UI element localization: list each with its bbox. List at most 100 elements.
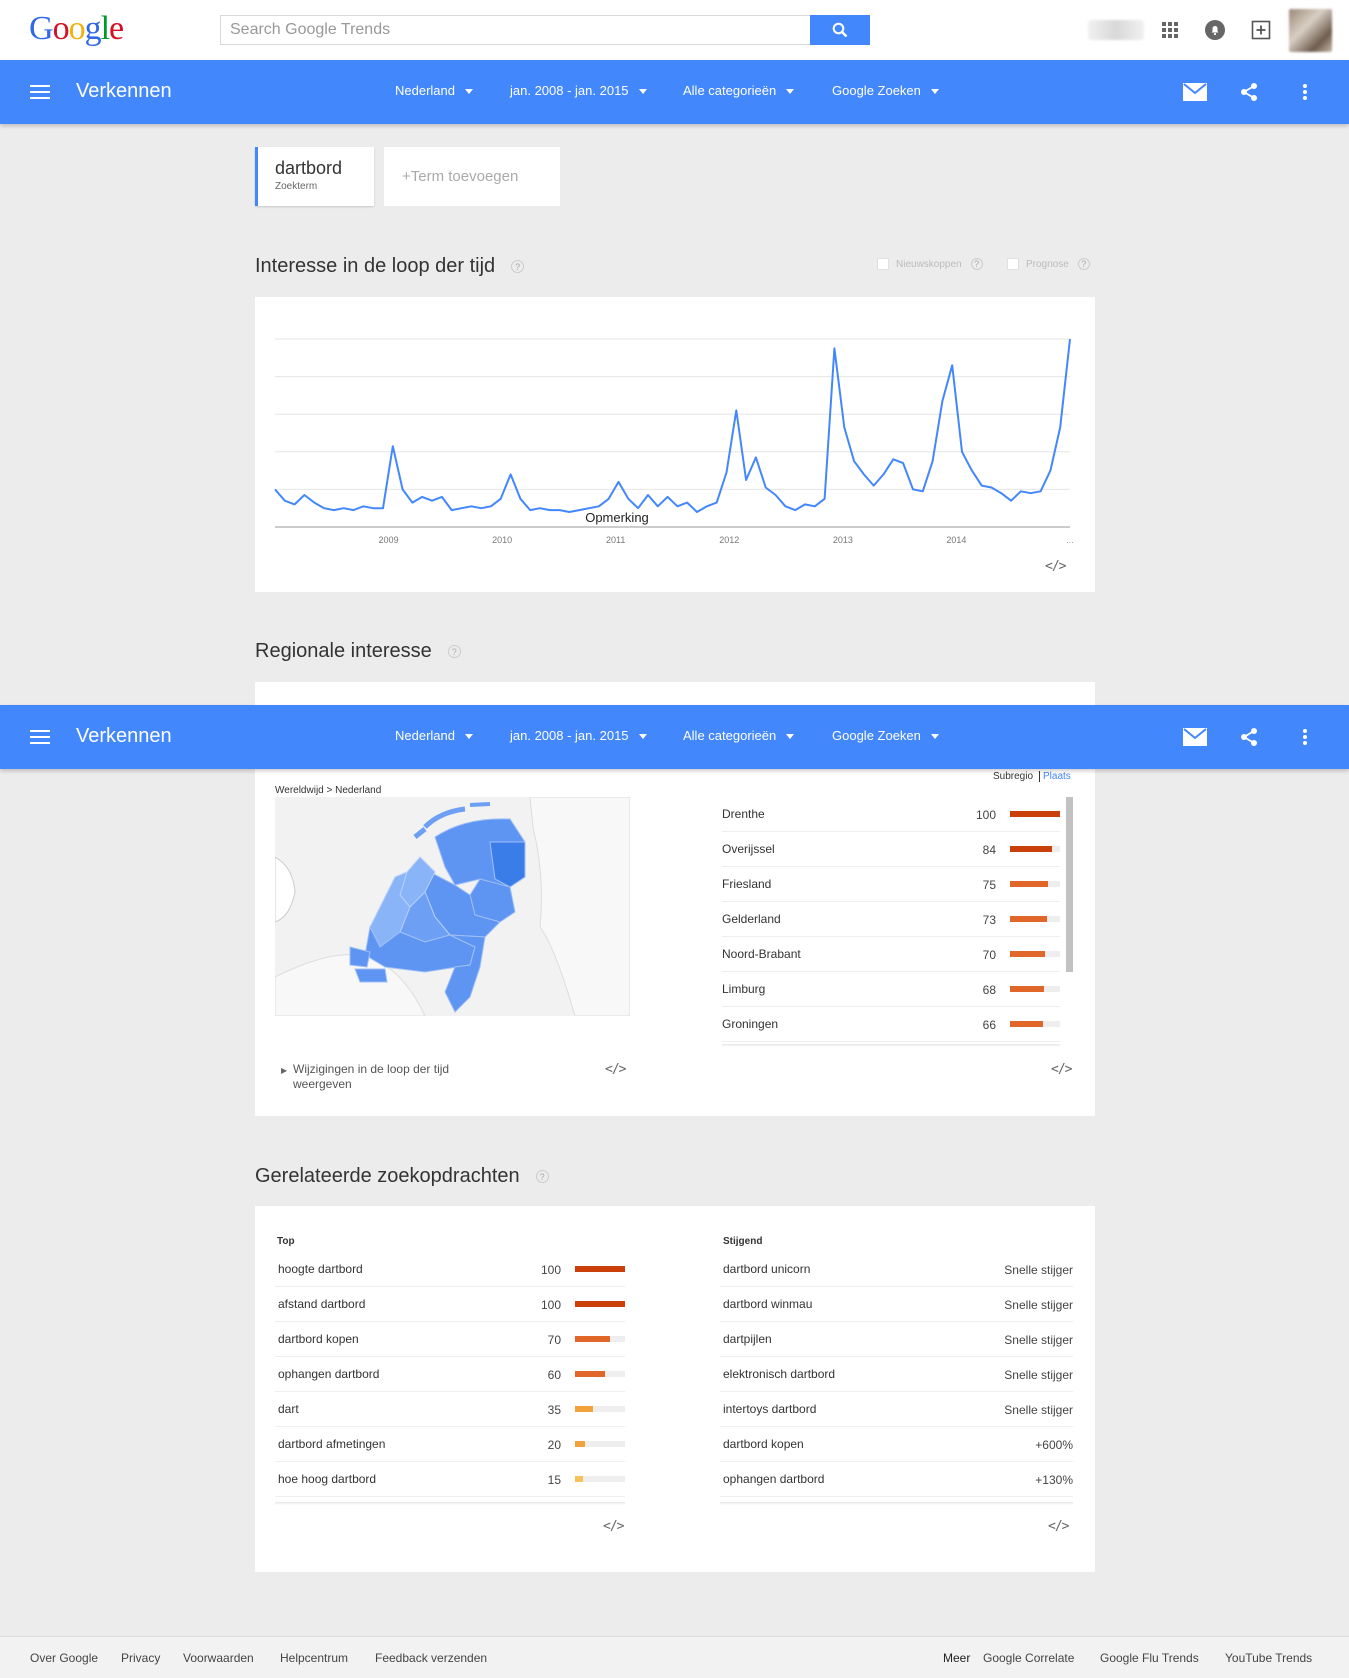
toolbar-title: Verkennen xyxy=(76,80,172,102)
related-rising-row[interactable]: dartbord kopen +600% xyxy=(720,1427,1073,1462)
filter-date-range[interactable]: jan. 2008 - jan. 2015 xyxy=(510,83,647,98)
filter-country[interactable]: Nederland xyxy=(395,83,473,98)
search-input[interactable] xyxy=(221,16,811,44)
region-value: 75 xyxy=(982,878,996,892)
data-point xyxy=(627,498,629,500)
related-query: dartbord kopen xyxy=(278,1332,359,1346)
data-point xyxy=(686,501,688,503)
region-bar-track xyxy=(1010,951,1060,957)
data-point xyxy=(529,509,531,511)
help-icon[interactable]: ? xyxy=(970,258,983,270)
hamburger-menu-icon[interactable] xyxy=(30,727,50,747)
footer-link-help[interactable]: Helpcentrum xyxy=(280,1651,348,1665)
subscribe-mail-icon[interactable] xyxy=(1182,80,1208,104)
filter-country[interactable]: Nederland xyxy=(395,728,473,743)
related-top-row[interactable]: dartbord afmetingen 20 xyxy=(275,1427,625,1462)
data-point xyxy=(617,481,619,483)
footer-link-correlate[interactable]: Google Correlate xyxy=(983,1651,1074,1665)
interest-line-chart: 2009 2010 2011 2012 2013 2014 ... Opmerking xyxy=(274,338,1074,545)
help-icon[interactable]: ? xyxy=(511,260,525,274)
embed-code-icon[interactable]: </> xyxy=(605,1062,627,1077)
notifications-bell-icon[interactable] xyxy=(1203,18,1227,42)
data-point xyxy=(735,409,737,411)
related-rising-row[interactable]: dartpijlen Snelle stijger xyxy=(720,1322,1073,1357)
search-button[interactable] xyxy=(810,15,870,45)
related-query: dartpijlen xyxy=(723,1332,772,1346)
related-top-row[interactable]: hoe hoog dartbord 15 xyxy=(275,1462,625,1497)
footer-link-privacy[interactable]: Privacy xyxy=(121,1651,160,1665)
region-row[interactable]: Friesland 75 xyxy=(722,867,1060,902)
checkbox-news-headlines[interactable]: Nieuwskoppen? xyxy=(877,258,983,270)
footer-link-terms[interactable]: Voorwaarden xyxy=(183,1651,254,1665)
embed-code-icon[interactable]: </> xyxy=(1048,1519,1070,1534)
apps-grid-icon[interactable] xyxy=(1158,18,1182,42)
embed-code-icon[interactable]: </> xyxy=(603,1519,625,1534)
related-rising-row[interactable]: ophangen dartbord +130% xyxy=(720,1462,1073,1497)
data-point xyxy=(774,494,776,496)
related-top-row[interactable]: dartbord kopen 70 xyxy=(275,1322,625,1357)
filter-category[interactable]: Alle categorieën xyxy=(683,83,795,98)
account-name-blurred xyxy=(1088,20,1144,40)
help-icon[interactable]: ? xyxy=(1077,258,1090,270)
subscribe-mail-icon[interactable] xyxy=(1182,725,1208,749)
related-top-row[interactable]: ophangen dartbord 60 xyxy=(275,1357,625,1392)
region-map[interactable] xyxy=(275,797,630,1016)
breadcrumb[interactable]: Wereldwijd > Nederland xyxy=(275,785,381,796)
x-tick-label: 2013 xyxy=(833,535,853,545)
hamburger-menu-icon[interactable] xyxy=(30,82,50,102)
related-top-row[interactable]: hoogte dartbord 100 xyxy=(275,1252,625,1287)
related-rising-row[interactable]: dartbord unicorn Snelle stijger xyxy=(720,1252,1073,1287)
region-row[interactable]: Groningen 66 xyxy=(722,1007,1060,1042)
embed-code-icon[interactable]: </> xyxy=(1045,559,1067,574)
region-scrollbar-thumb[interactable] xyxy=(1066,797,1073,972)
region-row[interactable]: Noord-Brabant 70 xyxy=(722,937,1060,972)
filter-search-type[interactable]: Google Zoeken xyxy=(832,83,939,98)
google-logo[interactable]: Google xyxy=(29,10,124,48)
avatar[interactable] xyxy=(1289,9,1332,52)
share-plus-icon[interactable] xyxy=(1249,18,1273,42)
region-bar xyxy=(1010,846,1052,852)
divider xyxy=(722,1044,1060,1047)
region-row[interactable]: Drenthe 100 xyxy=(722,797,1060,832)
region-value: 70 xyxy=(982,948,996,962)
share-icon[interactable] xyxy=(1236,725,1262,749)
help-icon[interactable]: ? xyxy=(535,1170,549,1184)
more-vert-icon[interactable] xyxy=(1292,725,1318,749)
checkbox-news-label: Nieuwskoppen xyxy=(896,258,962,270)
filter-category[interactable]: Alle categorieën xyxy=(683,728,795,743)
checkbox-icon[interactable] xyxy=(1007,258,1019,270)
related-rising-row[interactable]: intertoys dartbord Snelle stijger xyxy=(720,1392,1073,1427)
footer-link-youtube-trends[interactable]: YouTube Trends xyxy=(1225,1651,1312,1665)
logo-letter: G xyxy=(29,10,54,47)
data-point xyxy=(882,473,884,475)
help-icon[interactable]: ? xyxy=(447,645,461,659)
share-icon[interactable] xyxy=(1236,80,1262,104)
footer-link-about[interactable]: Over Google xyxy=(30,1651,98,1665)
region-row[interactable]: Gelderland 73 xyxy=(722,902,1060,937)
term-card-dartbord[interactable]: dartbord Zoekterm xyxy=(255,147,374,206)
add-term-button[interactable]: +Term toevoegen xyxy=(384,147,560,206)
related-top-row[interactable]: dart 35 xyxy=(275,1392,625,1427)
show-changes-over-time-link[interactable]: ▶ Wijzigingen in de loop der tijd weerge… xyxy=(281,1062,481,1092)
embed-code-icon[interactable]: </> xyxy=(1051,1062,1073,1077)
region-row[interactable]: Limburg 68 xyxy=(722,972,1060,1007)
related-query: hoogte dartbord xyxy=(278,1262,363,1276)
region-row[interactable]: Overijssel 84 xyxy=(722,832,1060,867)
data-point xyxy=(784,505,786,507)
related-rising-row[interactable]: dartbord winmau Snelle stijger xyxy=(720,1287,1073,1322)
regional-title-text: Regionale interesse xyxy=(255,640,432,662)
checkbox-forecast[interactable]: Prognose? xyxy=(1007,258,1090,270)
x-axis-ellipsis: ... xyxy=(1066,535,1074,545)
footer-link-feedback[interactable]: Feedback verzenden xyxy=(375,1651,487,1665)
more-vert-icon[interactable] xyxy=(1292,80,1318,104)
toggle-city[interactable]: Plaats xyxy=(1039,771,1071,782)
footer-link-flu-trends[interactable]: Google Flu Trends xyxy=(1100,1651,1199,1665)
filter-date-label: jan. 2008 - jan. 2015 xyxy=(510,728,629,743)
related-rising-row[interactable]: elektronisch dartbord Snelle stijger xyxy=(720,1357,1073,1392)
toggle-subregion[interactable]: Subregio xyxy=(993,771,1033,782)
filter-date-range[interactable]: jan. 2008 - jan. 2015 xyxy=(510,728,647,743)
related-top-row[interactable]: afstand dartbord 100 xyxy=(275,1287,625,1322)
filter-search-type[interactable]: Google Zoeken xyxy=(832,728,939,743)
checkbox-icon[interactable] xyxy=(877,258,889,270)
related-bar-track xyxy=(575,1406,625,1412)
